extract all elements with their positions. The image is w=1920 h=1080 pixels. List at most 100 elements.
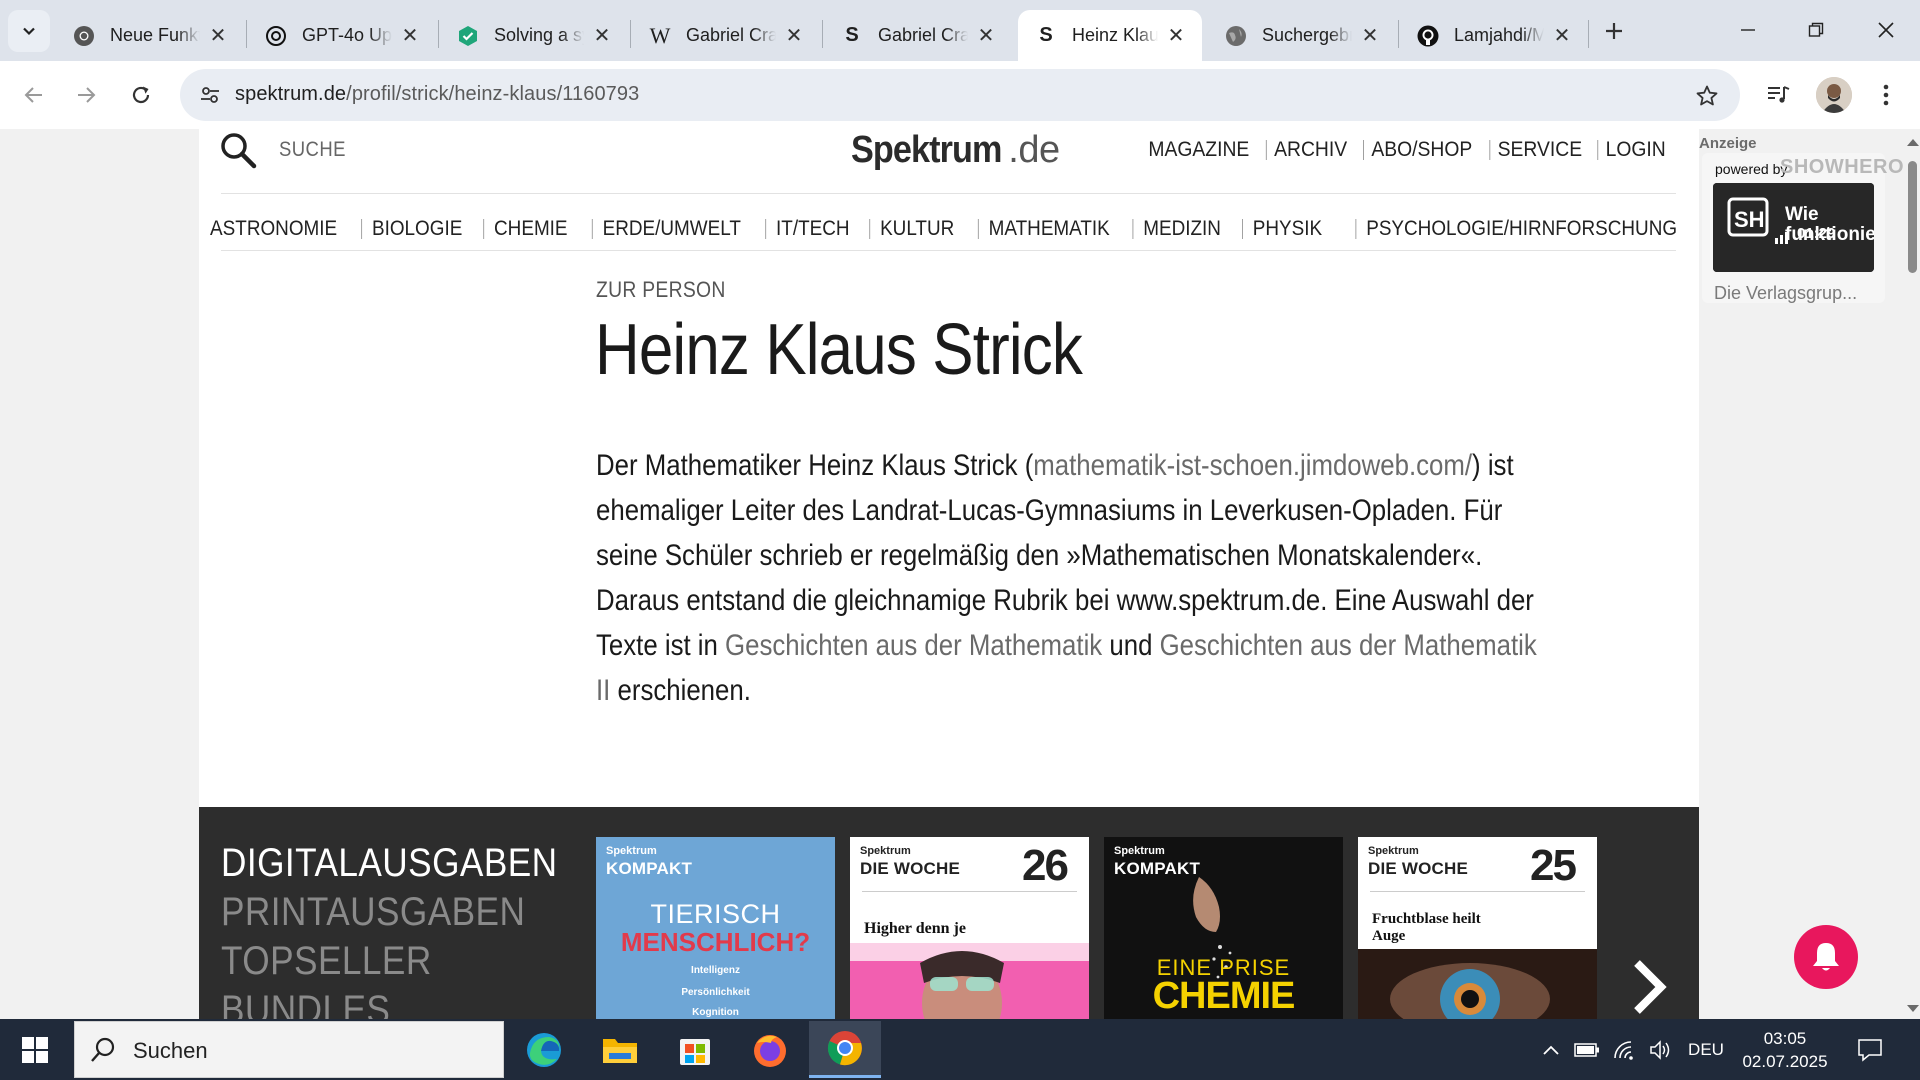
tray-battery[interactable] [1572,1019,1602,1080]
back-button[interactable] [14,75,54,115]
taskbar-clock[interactable]: 03:05 02.07.2025 [1740,1027,1830,1073]
tray-network[interactable] [1610,1019,1640,1080]
category-it-tech[interactable]: IT/TECH [764,218,859,239]
shop-menu-bundles[interactable]: BUNDLES [221,986,558,1019]
tab-6[interactable]: Suchergebnisse ✕ [1208,10,1396,61]
homepage-link[interactable]: mathematik-ist-schoen.jimdoweb.com/ [1033,449,1472,482]
arrow-left-icon [24,87,42,103]
tab-7[interactable]: Lamjahdi/Mathe ✕ [1400,10,1588,61]
magazine-cover-woche-26[interactable]: Spektrum DIE WOCHE 26 Higher denn je [850,837,1089,1019]
close-tab-icon[interactable]: ✕ [782,24,806,48]
reload-button[interactable] [121,75,161,115]
scroll-up-icon[interactable] [1907,139,1919,146]
close-tab-icon[interactable]: ✕ [1164,24,1188,48]
bookmark-button[interactable] [1692,81,1722,111]
magazine-cover-woche-25[interactable]: Spektrum DIE WOCHE 25 Fruchtblase heilt … [1358,837,1597,1019]
category-kultur[interactable]: KULTUR [869,218,965,239]
bio-text: erschienen. [610,674,751,707]
url-text[interactable]: spektrum.de/profil/strick/heinz-klaus/11… [235,83,639,106]
start-button[interactable] [14,1032,56,1068]
topnav-login[interactable]: LOGIN [1596,139,1673,160]
cover-line: Intelligenz [691,965,740,976]
tray-overflow-button[interactable] [1538,1019,1564,1080]
taskbar-chrome[interactable] [809,1021,881,1078]
taskbar-file-explorer[interactable] [584,1021,656,1078]
tray-volume[interactable] [1646,1019,1676,1080]
cover-image [1358,949,1597,1019]
ad-video-player[interactable]: SH Wie funktionie 01:29 [1713,183,1874,272]
close-tab-icon[interactable]: ✕ [1358,24,1382,48]
taskbar-store[interactable] [659,1021,731,1078]
tab-title: Neue Funktionen [110,25,200,45]
shop-menu-digitalausgaben[interactable]: DIGITALAUSGABEN [221,839,558,888]
close-tab-icon[interactable]: ✕ [590,24,614,48]
ad-sidebar: Anzeige powered by SHOWHERO SH Wie funkt… [1699,129,1904,1019]
minimize-button[interactable] [1718,6,1778,54]
category-astronomie[interactable]: ASTRONOMIE [200,218,347,239]
topnav-archiv[interactable]: ARCHIV [1265,139,1355,160]
playlist-icon [1768,86,1790,103]
site-info-button[interactable] [194,79,226,111]
topnav-abo-shop[interactable]: ABO/SHOP [1363,139,1480,160]
ad-caption[interactable]: Die Verlagsgrup... [1714,283,1857,304]
search-icon[interactable] [219,131,257,169]
category-chemie[interactable]: CHEMIE [483,218,578,239]
tab-3[interactable]: W Gabriel Cramer ✕ [632,10,820,61]
scroll-down-icon[interactable] [1907,1005,1919,1012]
tab-search-button[interactable] [8,10,50,52]
notification-bell-button[interactable] [1794,925,1858,989]
category-physik[interactable]: PHYSIK [1241,218,1332,239]
close-tab-icon[interactable]: ✕ [1550,24,1574,48]
tray-language[interactable]: DEU [1680,1019,1732,1080]
wikipedia-icon: W [649,22,671,48]
taskbar-edge[interactable] [508,1021,580,1078]
forward-button[interactable] [66,75,106,115]
site-search[interactable]: SUCHE [219,129,355,171]
tab-4[interactable]: S Gabriel Cramer ✕ [824,10,1012,61]
close-tab-icon[interactable]: ✕ [206,24,230,48]
tab-separator [630,20,631,48]
spektrum-logo[interactable]: Spektrum .de [851,129,1060,171]
shop-menu-printausgaben[interactable]: PRINTAUSGABEN [221,888,558,937]
cover-image [850,943,1089,1019]
topnav-magazine[interactable]: MAGAZINE [1141,139,1257,160]
magazine-cover-kompakt-tierisch[interactable]: Spektrum KOMPAKT TIERISCH MENSCHLICH? In… [596,837,835,1019]
scrollbar-thumb[interactable] [1908,161,1917,273]
cover-series: KOMPAKT [606,859,693,878]
tab-5-active[interactable]: S Heinz Klaus Strick ✕ [1018,10,1202,61]
page-scrollbar[interactable] [1904,129,1920,1019]
shop-menu: DIGITALAUSGABEN PRINTAUSGABEN TOPSELLER … [221,839,558,1019]
tab-0[interactable]: Neue Funktionen ✕ [56,10,244,61]
book-link-1[interactable]: Geschichten aus der Mathematik [725,629,1102,662]
taskbar-firefox[interactable] [734,1021,806,1078]
new-tab-button[interactable] [1594,14,1634,48]
address-bar[interactable]: spektrum.de/profil/strick/heinz-klaus/11… [180,69,1740,121]
close-tab-icon[interactable]: ✕ [398,24,422,48]
category-psychologie[interactable]: PSYCHOLOGIE/HIRNFORSCHUNG [1355,218,1687,239]
tab-separator [438,20,439,48]
close-window-button[interactable] [1856,6,1916,54]
media-control-button[interactable] [1761,77,1797,113]
magazine-cover-kompakt-chemie[interactable]: Spektrum KOMPAKT EINE PRISE CHEMIE [1104,837,1343,1019]
tab-2[interactable]: Solving a system ✕ [440,10,628,61]
close-tab-icon[interactable]: ✕ [974,24,998,48]
search-placeholder[interactable]: SUCHE [279,138,346,162]
category-mathematik[interactable]: MATHEMATIK [977,218,1120,239]
tab-separator [1398,20,1399,48]
carousel-next-button[interactable] [1624,957,1674,1017]
bio-text: und [1102,629,1160,662]
browser-menu-button[interactable] [1868,77,1904,113]
shop-menu-topseller[interactable]: TOPSELLER [221,937,558,986]
profile-avatar[interactable] [1816,77,1852,113]
category-erde-umwelt[interactable]: ERDE/UMWELT [591,218,751,239]
category-biologie[interactable]: BIOLOGIE [361,218,472,239]
openai-icon [264,24,288,48]
notification-center-button[interactable] [1852,1019,1888,1080]
category-medizin[interactable]: MEDIZIN [1132,218,1231,239]
tab-1[interactable]: GPT-4o Update ✕ [248,10,436,61]
topnav-service[interactable]: SERVICE [1489,139,1589,160]
restore-button[interactable] [1786,6,1846,54]
taskbar-search-box[interactable]: Suchen [74,1021,504,1078]
ad-card[interactable]: powered by SHOWHERO SH Wie funktionie 01… [1702,153,1904,304]
cover-brand: Spektrum [860,845,911,857]
